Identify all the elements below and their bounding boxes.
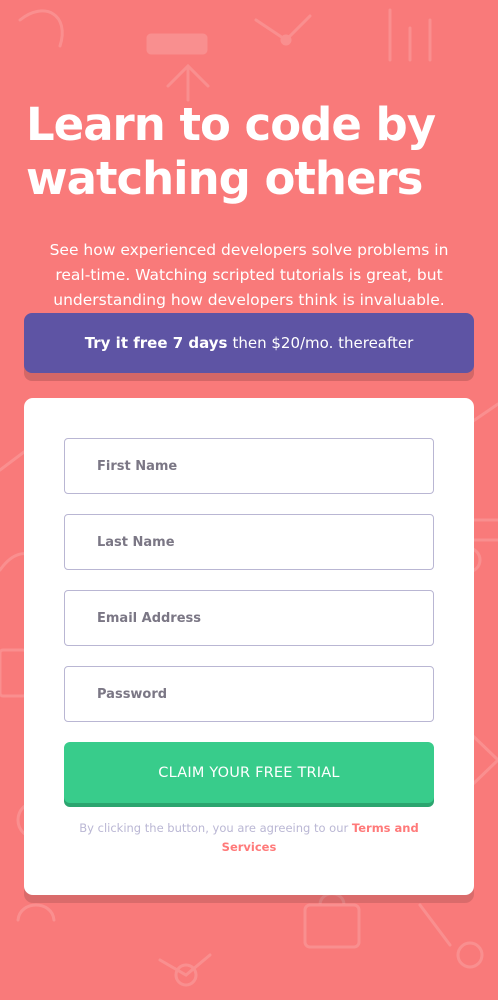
signup-form: CLAIM YOUR FREE TRIAL By clicking the bu… (24, 398, 474, 895)
trial-banner-price-text: then $20/mo. thereafter (232, 334, 414, 352)
trial-banner-bold-text: Try it free 7 days (84, 334, 228, 352)
last-name-field[interactable] (64, 514, 434, 570)
email-field[interactable] (64, 590, 434, 646)
terms-notice: By clicking the button, you are agreeing… (64, 819, 434, 857)
password-field[interactable] (64, 666, 434, 722)
trial-banner: Try it free 7 days then $20/mo. thereaft… (24, 313, 474, 373)
terms-prefix-text: By clicking the button, you are agreeing… (79, 821, 349, 835)
hero-subtitle: See how experienced developers solve pro… (49, 241, 449, 309)
page-title: Learn to code by watching others (26, 98, 436, 205)
first-name-field[interactable] (64, 438, 434, 494)
claim-free-trial-button[interactable]: CLAIM YOUR FREE TRIAL (64, 742, 434, 803)
